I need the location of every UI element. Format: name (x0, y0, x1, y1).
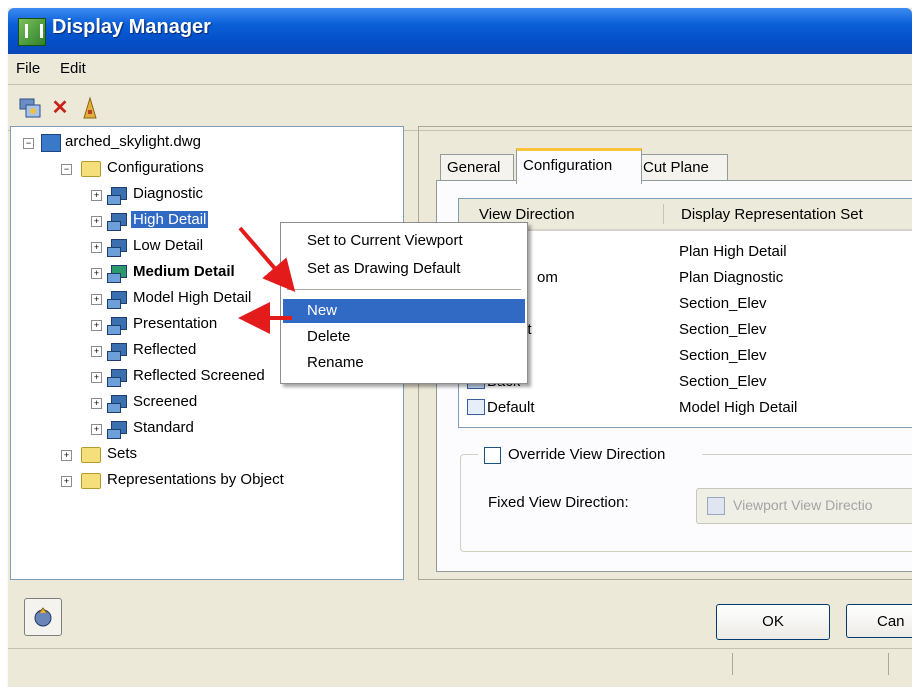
col-view-direction[interactable]: View Direction (479, 206, 575, 223)
column-divider[interactable] (663, 204, 664, 224)
menu-item-set-drawing-default[interactable]: Set as Drawing Default (283, 257, 525, 281)
menu-bar: File Edit (8, 54, 912, 85)
expand-icon[interactable]: + (91, 216, 102, 227)
configuration-icon (107, 369, 127, 387)
tab-configuration[interactable]: Configuration (516, 148, 642, 184)
tree-item-label: Low Detail (133, 237, 204, 254)
title-bar[interactable]: Display Manager (8, 8, 912, 54)
configuration-icon (107, 291, 127, 309)
tree-item-label: Diagnostic (133, 185, 204, 202)
col-display-rep-set[interactable]: Display Representation Set (681, 206, 863, 223)
tab-general[interactable]: General (440, 154, 514, 181)
tree-configurations[interactable]: − Configurations (61, 159, 391, 181)
folder-icon (81, 447, 101, 463)
configuration-icon (107, 395, 127, 413)
fixed-view-direction-label: Fixed View Direction: (488, 494, 629, 511)
app-icon (18, 18, 46, 46)
tree-sets-label: Sets (107, 445, 138, 462)
folder-icon (81, 473, 101, 489)
menu-item-set-current-viewport[interactable]: Set to Current Viewport (283, 229, 525, 253)
expand-icon[interactable]: + (91, 294, 102, 305)
menu-file[interactable]: File (16, 60, 40, 77)
configuration-icon (107, 317, 127, 335)
menu-item-rename[interactable]: Rename (283, 351, 525, 375)
tree-item-label: Medium Detail (133, 263, 235, 280)
tree-item-label: Screened (133, 393, 198, 410)
menu-item-new[interactable]: New (283, 299, 525, 323)
expand-icon[interactable]: + (91, 268, 102, 279)
tree-sets[interactable]: + Sets (61, 445, 391, 467)
status-divider (732, 653, 733, 675)
current-configuration-icon (107, 265, 127, 283)
display-config-icon[interactable] (18, 96, 42, 120)
menu-edit[interactable]: Edit (60, 60, 86, 77)
expand-icon[interactable]: + (61, 476, 72, 487)
drawing-file-icon (41, 134, 61, 152)
configuration-icon (107, 187, 127, 205)
viewport-view-icon (707, 497, 725, 515)
delete-icon[interactable]: ✕ (48, 96, 72, 120)
collapse-icon[interactable]: − (61, 164, 72, 175)
override-label: Override View Direction (508, 446, 666, 463)
expand-icon[interactable]: + (91, 372, 102, 383)
tree-representations-by-object[interactable]: + Representations by Object (61, 471, 391, 493)
toolbar: ✕ (8, 86, 912, 131)
expand-icon[interactable]: + (91, 242, 102, 253)
cancel-button[interactable]: Can (846, 604, 912, 638)
expand-icon[interactable]: + (91, 346, 102, 357)
combo-value: Viewport View Directio (733, 497, 873, 513)
override-view-direction-checkbox[interactable]: Override View Direction (478, 444, 702, 466)
tree-item-label: Model High Detail (133, 289, 252, 306)
expand-icon[interactable]: + (61, 450, 72, 461)
expand-icon[interactable]: + (91, 424, 102, 435)
tree-item-diagnostic[interactable]: + Diagnostic (91, 185, 391, 207)
tree-item-label: High Detail (131, 211, 209, 228)
configuration-icon (107, 421, 127, 439)
context-menu: Set to Current Viewport Set as Drawing D… (280, 222, 528, 384)
menu-separator (287, 289, 521, 290)
tree-item-standard[interactable]: + Standard (91, 419, 391, 441)
ok-button[interactable]: OK (716, 604, 830, 640)
view-default-icon (467, 399, 485, 415)
window-title: Display Manager (52, 16, 211, 38)
expand-icon[interactable]: + (91, 190, 102, 201)
tree-configurations-label: Configurations (107, 159, 204, 176)
expand-icon[interactable]: + (91, 398, 102, 409)
status-bar (8, 648, 912, 680)
tree-root[interactable]: − arched_skylight.dwg (23, 133, 393, 155)
tree-root-label: arched_skylight.dwg (65, 133, 201, 150)
collapse-icon[interactable]: − (23, 138, 34, 149)
menu-item-delete[interactable]: Delete (283, 325, 525, 349)
tree-reps-label: Representations by Object (107, 471, 284, 488)
configuration-icon (107, 343, 127, 361)
fixed-view-direction-combo: Viewport View Directio (696, 488, 912, 524)
folder-icon (81, 161, 101, 177)
tree-item-screened[interactable]: + Screened (91, 393, 391, 415)
help-icon[interactable] (24, 598, 62, 636)
list-row[interactable]: Default Model High Detail (459, 395, 912, 421)
checkbox-box[interactable] (484, 447, 501, 464)
configuration-icon (107, 213, 127, 231)
tree-item-label: Standard (133, 419, 194, 436)
tab-cut-plane[interactable]: Cut Plane (636, 154, 728, 181)
tree-item-label: Presentation (133, 315, 218, 332)
tree-item-label: Reflected (133, 341, 197, 358)
status-divider (888, 653, 889, 675)
tree-item-label: Reflected Screened (133, 367, 265, 384)
configuration-icon (107, 239, 127, 257)
expand-icon[interactable]: + (91, 320, 102, 331)
purge-icon[interactable] (78, 96, 102, 120)
